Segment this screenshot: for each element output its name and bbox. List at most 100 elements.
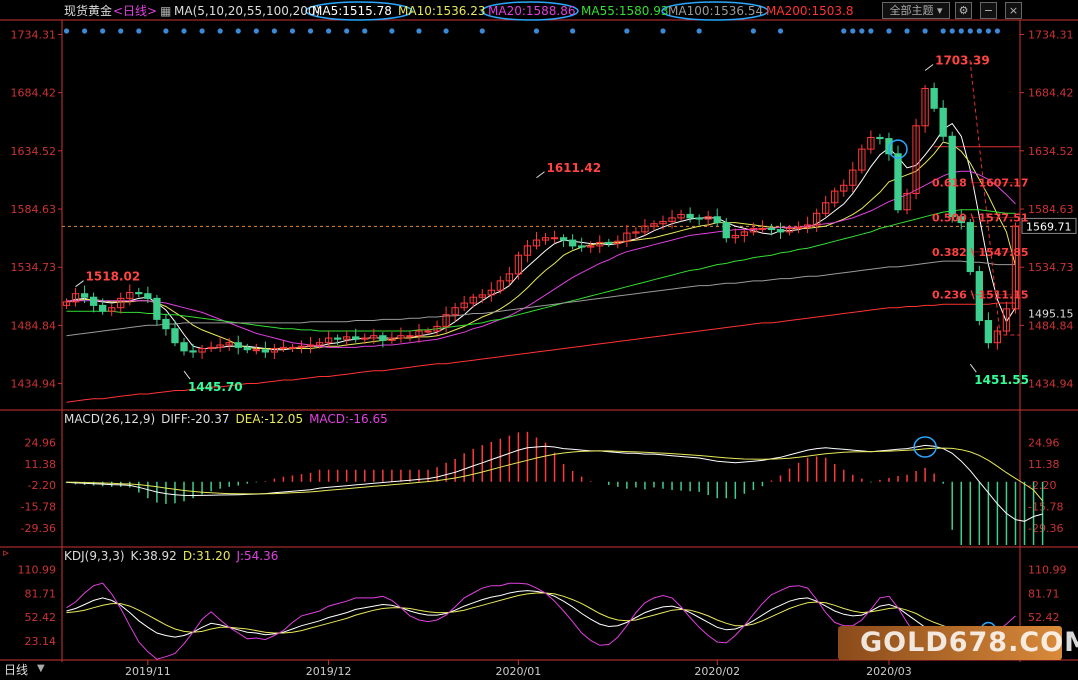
signal-dot xyxy=(904,28,910,34)
fib-label: 0.236 \ 1511.15 xyxy=(932,289,1029,302)
signal-dot xyxy=(253,28,259,34)
period-label[interactable]: <日线> xyxy=(113,2,157,20)
candle-body xyxy=(686,213,694,219)
kdj-d: D:31.20 xyxy=(182,549,231,563)
x-tick-label: 2019/11 xyxy=(125,665,171,678)
macd-y-tick-right: 11.38 xyxy=(1028,458,1060,471)
candle-body xyxy=(89,296,98,306)
signal-dot xyxy=(777,28,784,34)
signal-dot xyxy=(136,28,142,34)
y-tick-label-right: 1634.52 xyxy=(1028,145,1074,158)
candle-body xyxy=(984,320,993,344)
candle-body xyxy=(352,336,360,340)
ma20-value: MA20:1588.86 xyxy=(488,4,576,18)
ma-line-ma5 xyxy=(66,122,1016,351)
signal-dot xyxy=(389,28,395,34)
candle-body xyxy=(234,342,242,348)
minus-icon[interactable]: − xyxy=(980,2,997,19)
kdj-y-tick-left: 81.71 xyxy=(25,587,57,600)
signal-dot xyxy=(994,28,1001,34)
macd-diff: DIFF:-20.37 xyxy=(161,412,230,426)
ma100-value: MA100:1536.54 xyxy=(668,4,764,18)
ma55-value: MA55:1580.93 xyxy=(581,4,669,18)
y-tick-label-left: 1534.73 xyxy=(11,261,57,274)
x-tick-label: 2020/01 xyxy=(496,665,542,678)
high-label: 1703.39 xyxy=(935,54,990,68)
y-tick-label-right: 1484.84 xyxy=(1028,319,1074,332)
signal-dot xyxy=(81,28,88,34)
y-tick-label-extra: 1495.15 xyxy=(1028,307,1074,320)
candle-body xyxy=(605,241,613,245)
macd-dea: DEA:-12.05 xyxy=(235,412,304,426)
current-price-label: 1569.71 xyxy=(1026,220,1072,233)
macd-params: MACD(26,12,9) xyxy=(64,412,156,426)
candle-body xyxy=(144,293,152,299)
signal-dot xyxy=(660,28,666,34)
candle-body xyxy=(713,216,721,224)
signal-dot xyxy=(163,28,169,34)
fib-label: 0.382 \ 1547.85 xyxy=(932,246,1029,259)
candle-body xyxy=(758,227,767,230)
signal-dot xyxy=(940,28,946,34)
chart-canvas[interactable]: 1734.31 1734.31 1684.42 1684.42 1634.52 1634.… xyxy=(0,0,1078,680)
macd-y-tick-left: -2.20 xyxy=(28,479,56,492)
candle-body xyxy=(261,349,270,353)
y-tick-label-left: 1684.42 xyxy=(11,87,57,100)
ma-line-ma100 xyxy=(66,260,1016,337)
signal-dot xyxy=(533,28,540,34)
macd-y-tick-left: 11.38 xyxy=(25,458,57,471)
high-label: 1611.42 xyxy=(546,161,601,175)
timeframe-selector[interactable]: 日线 xyxy=(4,662,28,678)
symbol-name: 现货黄金 xyxy=(64,4,113,18)
signal-dot xyxy=(949,28,955,34)
candle-body xyxy=(876,136,884,140)
macd-y-tick-left: -29.36 xyxy=(21,522,56,535)
y-tick-label-right: 1734.31 xyxy=(1028,28,1074,41)
signal-dot xyxy=(976,28,982,34)
kdj-y-tick-right: 81.71 xyxy=(1028,587,1060,600)
low-label: 1445.70 xyxy=(188,380,243,394)
y-tick-label-right: 1684.42 xyxy=(1028,87,1074,100)
signal-dot xyxy=(850,28,856,34)
signal-dot xyxy=(63,28,70,34)
signal-dot xyxy=(985,28,991,34)
kdj-y-tick-right: 110.99 xyxy=(1028,563,1067,576)
candle-body xyxy=(939,107,947,137)
signal-dot xyxy=(841,28,847,34)
kdj-k: K:38.92 xyxy=(130,549,177,563)
macd-y-tick-right: 24.96 xyxy=(1028,436,1060,449)
signal-dot xyxy=(217,28,223,34)
kdj-y-tick-left: 23.14 xyxy=(25,635,57,648)
candle-body xyxy=(171,328,179,344)
kdj-j: J:54.36 xyxy=(236,549,279,563)
signal-dot xyxy=(443,28,449,34)
candle-body xyxy=(153,297,161,320)
kdj-header: KDJ(9,3,3) K:38.92 D:31.20 J:54.36 xyxy=(64,548,284,564)
candle-body xyxy=(424,330,432,333)
signal-dot xyxy=(307,28,314,34)
high-label: 1518.02 xyxy=(86,270,141,284)
y-tick-label-left: 1734.31 xyxy=(11,28,57,41)
theme-dropdown[interactable]: 全部主题 ▾ xyxy=(882,2,950,19)
candle-body xyxy=(135,292,143,295)
signal-dot xyxy=(362,28,368,34)
arrow-down-icon[interactable]: ▼ xyxy=(37,663,45,674)
low-label: 1451.55 xyxy=(974,373,1029,387)
candle-body xyxy=(80,293,89,298)
signal-dot xyxy=(696,28,702,34)
signal-dot xyxy=(624,28,630,34)
signal-dot xyxy=(118,28,124,34)
settings-icon[interactable]: ⚙ xyxy=(955,2,972,19)
candle-body xyxy=(722,222,730,239)
candle-body xyxy=(180,342,188,352)
signal-dot xyxy=(289,28,296,34)
close-icon[interactable]: × xyxy=(1005,2,1022,19)
signal-dot xyxy=(750,28,756,34)
ma-params: MA(5,10,20,55,100,200) xyxy=(174,4,321,18)
annotation-leader xyxy=(536,171,545,179)
kdj-y-tick-right: 52.42 xyxy=(1028,611,1060,624)
kdj-params: KDJ(9,3,3) xyxy=(64,549,125,563)
signal-dot xyxy=(886,28,892,34)
signal-dot xyxy=(199,28,205,34)
candle-body xyxy=(252,349,260,352)
